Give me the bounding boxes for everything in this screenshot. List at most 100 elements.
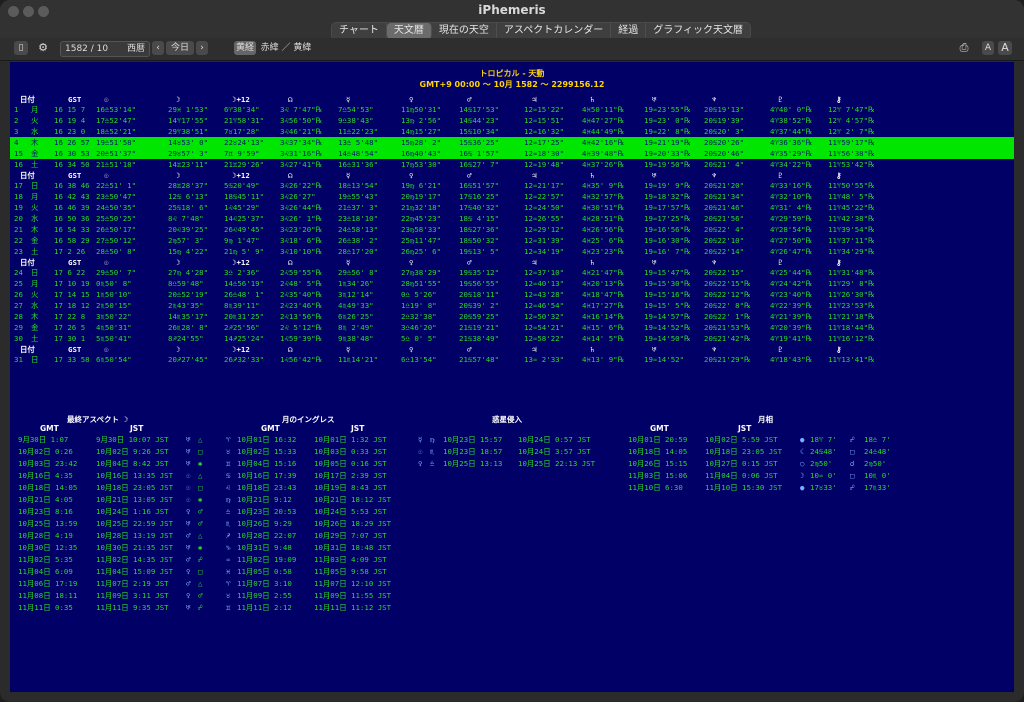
position-cell: 4♓23'23"℞ xyxy=(582,247,625,256)
ingress-gmt: 10月01日 16:32 xyxy=(237,435,297,444)
position-cell: 4♓18'47"℞ xyxy=(582,290,625,299)
gst-cell: 17 6 22 xyxy=(54,268,86,277)
position-cell: 12♒21'17" xyxy=(524,181,565,190)
calendar-system[interactable]: 西暦 xyxy=(127,42,145,56)
position-cell: 0♎ 5'26" xyxy=(401,290,437,299)
next-button[interactable]: › xyxy=(196,41,208,55)
position-cell: 19♒14'52" xyxy=(644,355,685,364)
ingress-gmt: 11月05日 0:58 xyxy=(237,567,292,576)
ingress-jst: 10月17日 2:39 JST xyxy=(314,471,387,480)
gear-icon[interactable]: ⚙ xyxy=(36,41,50,55)
planet-ingress-gmt: 10月23日 18:57 xyxy=(443,447,503,456)
gst-cell: 16 58 29 xyxy=(54,236,90,245)
tab-1[interactable]: 天文暦 xyxy=(386,23,432,39)
planet-ingress-gmt: 10月25日 13:13 xyxy=(443,459,503,468)
position-cell: 5♋20'49" xyxy=(224,181,260,190)
ingress-gmt: 11月09日 2:55 xyxy=(237,591,292,600)
position-cell: 12♒43'28" xyxy=(524,290,565,299)
sun-position: 18♎ 7' xyxy=(864,435,891,444)
font-smaller-button[interactable]: A xyxy=(982,41,994,55)
position-cell: 26♍25' 6" xyxy=(401,247,442,256)
aspect-jst: 11月11日 9:35 JST xyxy=(96,603,169,612)
position-cell: 19♒22' 8"℞ xyxy=(644,127,691,136)
table-row: 1 月 16 15 7 16♎53'14" 29♓ 1'53" 6♈38'34" 3♌ 7'… xyxy=(10,104,1014,115)
day-cell: 29 xyxy=(14,323,23,332)
position-cell: 17♍53'30" xyxy=(401,160,442,169)
weekday-cell: 土 xyxy=(31,160,39,169)
position-cell: 11♈53'42"℞ xyxy=(828,160,875,169)
position-cell: 11♎22'23" xyxy=(338,127,379,136)
planet-glyph: ♀ xyxy=(418,459,423,468)
sidebar-toggle-icon[interactable]: ▯ xyxy=(14,41,28,55)
gmt-header: GMT xyxy=(40,424,59,433)
table-row: 18 月 16 42 43 23♎50'47" 12♋ 6'13" 18♋45'11" 3♌… xyxy=(10,191,1014,202)
position-cell: 21♍32'18" xyxy=(401,203,442,212)
position-cell: 12♒34'19" xyxy=(524,247,565,256)
position-cell: 18♋ 4'15" xyxy=(459,214,500,223)
position-cell: 11♈23'53"℞ xyxy=(828,301,875,310)
lunation-gmt: 10月26日 15:15 xyxy=(628,459,688,468)
weekday-cell: 土 xyxy=(31,247,39,256)
position-cell: 4♈33'16"℞ xyxy=(770,181,813,190)
aspect-jst: 11月07日 2:19 JST xyxy=(96,579,169,588)
tab-5[interactable]: グラフィック天文暦 xyxy=(646,23,750,39)
position-cell: 21♋19'21" xyxy=(459,323,500,332)
sign-glyph: ♉ xyxy=(226,591,231,600)
position-cell: 19♒23' 0"℞ xyxy=(644,116,691,125)
aspect-type-glyph: □ xyxy=(198,567,203,576)
table-row: 29 金 17 26 5 4♏50'31" 26♏28' 8" 2♐25'56" 2♌ 5'… xyxy=(10,322,1014,333)
position-cell: 20♌39'25" xyxy=(168,225,209,234)
font-larger-button[interactable]: A xyxy=(998,41,1012,55)
position-cell: 11♈13'41"℞ xyxy=(828,355,875,364)
position-cell: 19♒16'56"℞ xyxy=(644,225,691,234)
position-cell: 3♌26'27" xyxy=(280,192,316,201)
aspect-jst: 10月16日 13:35 JST xyxy=(96,471,174,480)
position-cell: 14♈17'55" xyxy=(168,116,209,125)
moon-phase-icon: ● xyxy=(800,435,805,444)
planet-ingress-jst: 10月24日 3:57 JST xyxy=(518,447,591,456)
tab-4[interactable]: 経過 xyxy=(611,23,647,39)
sign-glyph: ♓ xyxy=(226,567,231,576)
position-cell: 4♓37'26"℞ xyxy=(582,160,625,169)
printer-icon[interactable]: ⎙ xyxy=(956,41,972,55)
tab-3[interactable]: アスペクトカレンダー xyxy=(497,23,612,39)
position-cell: 21♋38'49" xyxy=(459,334,500,343)
ecliptic-longitude-button[interactable]: 黄経 xyxy=(234,41,256,55)
table-row: 3 水 16 23 0 18♎52'21" 29♈38'51" 7♉17'28" 3♌46'… xyxy=(10,126,1014,137)
position-cell: 5♎ 0' 5" xyxy=(401,334,437,343)
position-cell: 4♓15' 6"℞ xyxy=(582,323,625,332)
year-value[interactable]: 1582 xyxy=(65,44,88,54)
lunation-jst: 11月10日 15:30 JST xyxy=(705,483,783,492)
day-cell: 20 xyxy=(14,214,23,223)
aspect-type-glyph: ✱ xyxy=(198,495,203,504)
position-cell: 4♈25'44"℞ xyxy=(770,268,813,277)
tab-0[interactable]: チャート xyxy=(332,23,387,39)
sign-glyph: ♎ xyxy=(226,507,231,516)
position-cell: 11♈45'22"℞ xyxy=(828,203,875,212)
table-row: 15 金 16 30 53 20♎51'37" 29♉57' 3" 7♊ 9'59" 3♌3… xyxy=(10,148,1014,159)
position-cell: 4♓26'56"℞ xyxy=(582,225,625,234)
aspect-jst: 11月04日 15:09 JST xyxy=(96,567,174,576)
today-button[interactable]: 今日 xyxy=(166,41,194,55)
sign-glyph: ♋ xyxy=(226,471,231,480)
declination-latitude-button[interactable]: 赤緯 ／ 黄緯 xyxy=(258,41,314,55)
position-cell: 4♈22'39"℞ xyxy=(770,301,813,310)
jst-header: JST xyxy=(738,424,752,433)
position-cell: 18♎13'54" xyxy=(338,181,379,190)
date-field[interactable]: 1582 / 10 西暦 xyxy=(60,41,150,57)
position-cell: 21♈58'31" xyxy=(224,116,265,125)
position-cell: 11♏14'21" xyxy=(338,355,379,364)
position-cell: 4♓35' 9"℞ xyxy=(582,181,625,190)
aspect-jst: 11月09日 3:11 JST xyxy=(96,591,169,600)
ingress-gmt: 10月21日 9:12 xyxy=(237,495,292,504)
weekday-cell: 木 xyxy=(31,138,39,147)
position-cell: 19♒18'32"℞ xyxy=(644,192,691,201)
moon-ingress-title: 月のイングレス xyxy=(282,415,335,424)
aspect-gmt: 10月02日 0:26 xyxy=(18,447,73,456)
month-value[interactable]: 10 xyxy=(97,44,108,54)
tab-2[interactable]: 現在の天空 xyxy=(432,23,497,39)
weekday-cell: 金 xyxy=(31,149,39,158)
position-cell: 4♓39'48"℞ xyxy=(582,149,625,158)
previous-button[interactable]: ‹ xyxy=(152,41,164,55)
day-cell: 4 xyxy=(14,138,19,147)
